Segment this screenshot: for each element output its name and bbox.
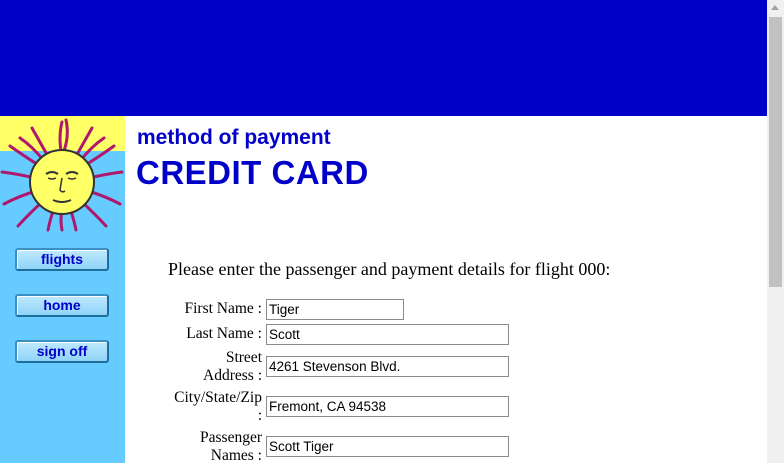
page-title: CREDIT CARD [136,154,369,191]
intro-text: Please enter the passenger and payment d… [168,259,611,279]
passenger-label-line2: Names : [210,447,262,464]
sign-off-button[interactable]: sign off [15,340,109,363]
first-name-field[interactable] [266,299,404,320]
passenger-names-field[interactable] [266,436,509,457]
city-label-line2: : [257,407,262,424]
scroll-up-arrow-icon[interactable] [771,5,779,10]
passenger-names-label: Passenger Names : [200,429,262,465]
vertical-scrollbar[interactable] [767,0,784,463]
page-subtitle: method of payment [137,126,331,149]
last-name-field[interactable] [266,324,509,345]
home-button[interactable]: home [15,294,109,317]
sidebar: flights home sign off [0,116,125,463]
city-label-line1: City/State/Zip [174,389,262,406]
main-content: method of payment CREDIT CARD Please ent… [125,116,767,465]
first-name-label: First Name : [184,300,263,317]
street-address-label: Street Address : [203,349,262,385]
scroll-thumb[interactable] [769,17,782,287]
last-name-label: Last Name : [186,325,262,342]
top-banner [0,0,767,116]
street-address-field[interactable] [266,356,509,377]
city-state-zip-label: City/State/Zip : [174,389,262,425]
sun-face-icon [0,116,125,232]
street-label-line2: Address : [203,367,262,384]
city-state-zip-field[interactable] [266,396,509,417]
street-label-line1: Street [225,349,262,366]
flights-button[interactable]: flights [15,248,109,271]
passenger-label-line1: Passenger [200,429,262,446]
